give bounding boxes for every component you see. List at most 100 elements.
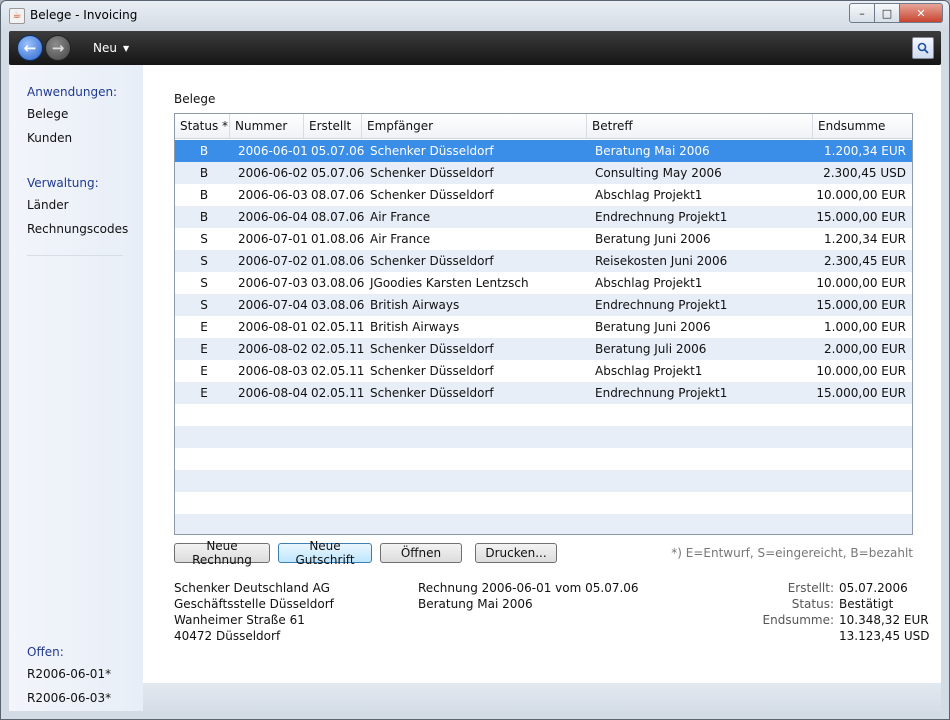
cell-endsumme: 10.000,00 EUR <box>816 276 906 290</box>
table-row[interactable]: S 2006-07-04 03.08.06 British Airways Endrec… <box>175 294 912 316</box>
cell-status: B <box>199 188 209 202</box>
sidebar-item-belege[interactable]: Belege <box>27 107 68 121</box>
table-row[interactable]: B 2006-06-01 05.07.06 Schenker Düsseldorf Be… <box>175 140 912 162</box>
cell-status: B <box>199 166 209 180</box>
table-row[interactable]: E 2006-08-02 02.05.11 Schenker Düsseldorf Be… <box>175 338 912 360</box>
erstellt-label: Erstellt: <box>787 581 834 595</box>
cell-nummer: 2006-08-01 <box>238 320 308 334</box>
column-header-status[interactable]: Status * <box>175 114 230 138</box>
table-row[interactable]: B 2006-06-04 08.07.06 Air France Endrechnung… <box>175 206 912 228</box>
sidebar: Anwendungen: Belege Kunden Verwaltung: L… <box>9 65 143 711</box>
sidebar-item-offen-r2006-06-01[interactable]: R2006-06-01* <box>27 667 111 681</box>
cell-betreff: Beratung Juni 2006 <box>595 232 711 246</box>
cell-empfaenger: Air France <box>370 232 431 246</box>
sidebar-item-laender[interactable]: Länder <box>27 198 69 212</box>
table-body: B 2006-06-01 05.07.06 Schenker Düsseldorf Be… <box>175 140 912 534</box>
cell-empfaenger: British Airways <box>370 320 460 334</box>
search-button[interactable] <box>912 37 934 59</box>
cell-status: E <box>200 386 208 400</box>
cell-status: S <box>200 276 208 290</box>
cell-betreff: Endrechnung Projekt1 <box>595 210 728 224</box>
cell-endsumme: 15.000,00 EUR <box>816 210 906 224</box>
status-label: Status: <box>791 597 834 611</box>
table-header: Status * Nummer Erstellt Empfänger Betre… <box>175 114 912 139</box>
cell-erstellt: 02.05.11 <box>311 364 365 378</box>
empty-row <box>175 404 912 426</box>
cell-endsumme: 15.000,00 EUR <box>816 298 906 312</box>
address-line: Schenker Deutschland AG <box>174 581 330 595</box>
close-button[interactable]: ✕ <box>900 3 943 23</box>
neue-rechnung-button[interactable]: Neue Rechnung <box>174 539 270 567</box>
cell-empfaenger: Schenker Düsseldorf <box>370 364 494 378</box>
column-header-erstellt[interactable]: Erstellt <box>304 114 362 138</box>
table-row[interactable]: B 2006-06-03 08.07.06 Schenker Düsseldorf Ab… <box>175 184 912 206</box>
cell-empfaenger: Schenker Düsseldorf <box>370 342 494 356</box>
address-line: Geschäftsstelle Düsseldorf <box>174 597 334 611</box>
invoice-title: Rechnung 2006-06-01 vom 05.07.06 <box>418 581 639 595</box>
cell-status: E <box>200 364 208 378</box>
java-app-icon: ☕ <box>9 8 25 24</box>
column-header-endsumme[interactable]: Endsumme <box>813 114 912 138</box>
neu-menu-button[interactable]: Neu ▼ <box>93 41 129 55</box>
cell-status: E <box>200 342 208 356</box>
table-row[interactable]: E 2006-08-03 02.05.11 Schenker Düsseldorf Ab… <box>175 360 912 382</box>
table-row[interactable]: S 2006-07-01 01.08.06 Air France Beratung Ju… <box>175 228 912 250</box>
sidebar-item-offen-r2006-06-03[interactable]: R2006-06-03* <box>27 691 111 705</box>
cell-status: B <box>199 144 209 158</box>
recipient-address: Schenker Deutschland AG Geschäftsstelle … <box>174 580 334 644</box>
cell-betreff: Beratung Juli 2006 <box>595 342 707 356</box>
maximize-button[interactable]: □ <box>875 3 900 23</box>
search-icon <box>917 42 929 54</box>
oeffnen-button[interactable]: Öffnen <box>380 543 462 563</box>
column-header-empfaenger[interactable]: Empfänger <box>362 114 587 138</box>
window-controls: – □ ✕ <box>849 3 943 23</box>
table-row[interactable]: S 2006-07-03 03.08.06 JGoodies Karsten Lent… <box>175 272 912 294</box>
back-arrow-icon[interactable]: ← <box>17 35 43 61</box>
forward-arrow-icon[interactable]: → <box>45 35 71 61</box>
cell-nummer: 2006-06-03 <box>238 188 308 202</box>
belege-table[interactable]: Status * Nummer Erstellt Empfänger Betre… <box>174 113 913 535</box>
cell-endsumme: 2.300,45 USD <box>823 166 906 180</box>
neue-gutschrift-button[interactable]: Neue Gutschrift <box>278 539 372 567</box>
table-row[interactable]: E 2006-08-04 02.05.11 Schenker Düsseldorf En… <box>175 382 912 404</box>
address-line: 40472 Düsseldorf <box>174 629 281 643</box>
cell-nummer: 2006-08-02 <box>238 342 308 356</box>
cell-endsumme: 1.200,34 EUR <box>824 232 906 246</box>
table-row[interactable]: E 2006-08-01 02.05.11 British Airways Beratu… <box>175 316 912 338</box>
drucken-button[interactable]: Drucken... <box>475 543 557 563</box>
cell-endsumme: 1.000,00 EUR <box>824 320 906 334</box>
toolbar: ← → Neu ▼ <box>9 31 941 65</box>
title-bar: ☕ Belege - Invoicing – □ ✕ <box>1 1 949 31</box>
cell-nummer: 2006-07-01 <box>238 232 308 246</box>
cell-nummer: 2006-06-02 <box>238 166 308 180</box>
sidebar-header-anwendungen: Anwendungen: <box>27 85 118 99</box>
chevron-down-icon: ▼ <box>122 44 130 53</box>
cell-status: S <box>200 254 208 268</box>
cell-empfaenger: Schenker Düsseldorf <box>370 386 494 400</box>
cell-betreff: Reisekosten Juni 2006 <box>595 254 728 268</box>
column-header-nummer[interactable]: Nummer <box>230 114 304 138</box>
table-row[interactable]: B 2006-06-02 05.07.06 Schenker Düsseldorf Co… <box>175 162 912 184</box>
endsumme-value: 10.348,32 EUR <box>839 613 929 627</box>
cell-betreff: Endrechnung Projekt1 <box>595 386 728 400</box>
empty-row <box>175 514 912 534</box>
minimize-button[interactable]: – <box>849 3 875 23</box>
cell-empfaenger: Schenker Düsseldorf <box>370 166 494 180</box>
invoice-subject: Beratung Mai 2006 <box>418 597 533 611</box>
cell-endsumme: 15.000,00 EUR <box>816 386 906 400</box>
cell-betreff: Endrechnung Projekt1 <box>595 298 728 312</box>
cell-nummer: 2006-08-03 <box>238 364 308 378</box>
address-line: Wanheimer Straße 61 <box>174 613 305 627</box>
sidebar-item-rechnungscodes[interactable]: Rechnungscodes <box>27 222 128 236</box>
column-header-betreff[interactable]: Betreff <box>587 114 813 138</box>
table-row[interactable]: S 2006-07-02 01.08.06 Schenker Düsseldorf Re… <box>175 250 912 272</box>
cell-endsumme: 2.000,00 EUR <box>824 342 906 356</box>
cell-status: B <box>199 210 209 224</box>
sidebar-header-offen: Offen: <box>27 645 64 659</box>
sidebar-item-kunden[interactable]: Kunden <box>27 131 72 145</box>
empty-row <box>175 492 912 514</box>
erstellt-value: 05.07.2006 <box>839 581 908 595</box>
cell-betreff: Beratung Mai 2006 <box>595 144 710 158</box>
sidebar-divider <box>27 255 123 256</box>
empty-row <box>175 426 912 448</box>
